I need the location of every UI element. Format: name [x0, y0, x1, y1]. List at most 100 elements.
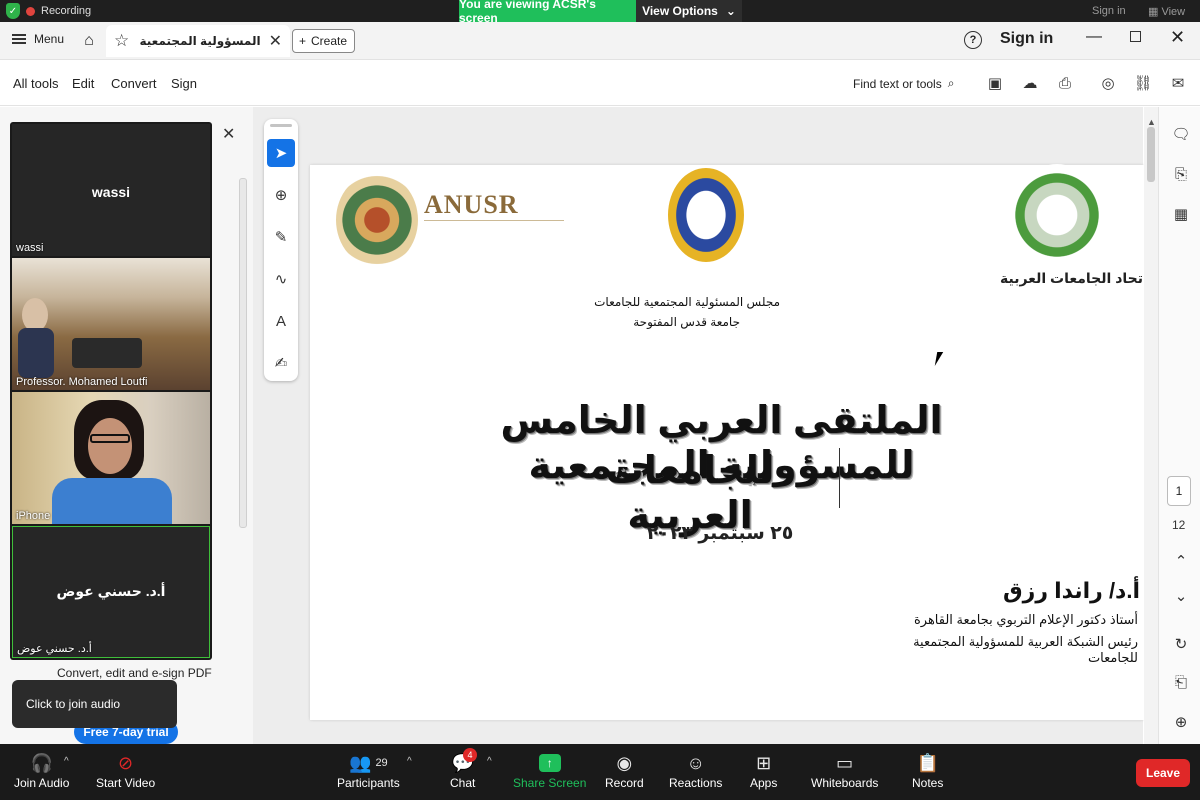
anusr-logo-icon: [336, 173, 418, 267]
participant-name: Professor. Mohamed Loutfi: [16, 376, 148, 388]
notes-button[interactable]: 📋 Notes: [912, 750, 943, 791]
event-date: ٢٥ سبتمبر ٢٠٢٣: [646, 523, 794, 544]
reactions-button[interactable]: ☺ Reactions: [669, 750, 723, 791]
video-gallery-panel: wassi wassi Professor. Mohamed Loutfi iP…: [10, 122, 212, 660]
comments-icon[interactable]: 🗨: [1170, 123, 1192, 145]
sign-in-button[interactable]: Sign in: [1000, 30, 1053, 48]
thumbnails-grid-icon[interactable]: ▦: [1170, 203, 1192, 225]
highlight-pen-icon[interactable]: ✎: [267, 223, 295, 251]
current-page-input[interactable]: 1: [1167, 476, 1191, 506]
quick-tools-bar: ➤ ⊕ ✎ ∿ A ✍: [264, 119, 298, 381]
join-audio-tooltip[interactable]: Click to join audio: [12, 680, 177, 728]
participants-button[interactable]: 👥 29 Participants: [337, 750, 400, 791]
rotate-icon[interactable]: ↻: [1170, 633, 1192, 655]
aaru-logo-icon: [1014, 164, 1100, 266]
zoom-sign-in[interactable]: Sign in: [1092, 5, 1126, 17]
select-cursor-icon[interactable]: ➤: [267, 139, 295, 167]
draw-freehand-icon[interactable]: ∿: [267, 265, 295, 293]
all-tools-menu[interactable]: All tools: [13, 76, 59, 91]
email-icon[interactable]: ✉: [1167, 72, 1189, 94]
speaker-role-2: رئيس الشبكة العربية للمسؤولية المجتمعية …: [913, 634, 1138, 665]
start-video-label: Start Video: [96, 776, 156, 790]
start-video-button[interactable]: ⊘ Start Video: [96, 750, 156, 791]
participants-label: Participants: [337, 776, 400, 790]
sign-pen-icon[interactable]: ✍: [267, 349, 295, 377]
whiteboards-button[interactable]: ▭ Whiteboards: [811, 750, 879, 791]
join-audio-button[interactable]: 🎧 Join Audio: [14, 750, 69, 791]
recording-label: Recording: [41, 5, 92, 17]
close-panel-icon[interactable]: ✕: [222, 124, 235, 144]
help-icon[interactable]: ?: [964, 31, 982, 49]
record-icon: ◉: [616, 752, 633, 773]
person-shirt: [52, 478, 172, 524]
speaker-role-1: أستاذ دكتور الإعلام التربوي بجامعة القاه…: [913, 612, 1138, 627]
chevron-down-icon: ⌄: [725, 4, 736, 18]
maximize-icon[interactable]: [1130, 31, 1141, 42]
total-pages: 12: [1172, 518, 1186, 532]
save-icon[interactable]: ▣: [984, 72, 1006, 94]
document-tab-title: المسؤولية المجتمعية للجامعات...: [137, 34, 261, 48]
notes-icon: 📋: [916, 752, 939, 773]
star-icon[interactable]: ☆: [114, 31, 129, 51]
chat-label: Chat: [450, 776, 476, 790]
upload-cloud-icon[interactable]: ☁: [1019, 72, 1041, 94]
zoom-view-label: View: [1161, 6, 1186, 18]
apps-button[interactable]: ⊞ Apps: [750, 750, 778, 791]
participant-tile-iphone[interactable]: iPhone: [12, 392, 210, 524]
participant-center-name: أ.د. حسني عوض: [56, 583, 166, 599]
zoom-view-button[interactable]: ▦ View: [1148, 5, 1185, 18]
add-comment-icon[interactable]: ⊕: [267, 181, 295, 209]
edit-menu[interactable]: Edit: [72, 76, 94, 91]
reactions-label: Reactions: [669, 776, 723, 790]
document-scrollbar[interactable]: ▲: [1144, 107, 1158, 744]
participants-icon: 👥 29: [349, 752, 388, 773]
chevron-up-icon[interactable]: ⌃: [1170, 550, 1192, 572]
panel-scrollbar[interactable]: [237, 170, 249, 640]
participant-name: wassi: [16, 242, 44, 254]
participants-count: 29: [375, 757, 388, 769]
find-text-or-tools[interactable]: Find text or tools ⌕: [853, 76, 954, 91]
participant-center-name: wassi: [91, 184, 131, 200]
aaru-label: اتحاد الجامعات العربية: [1000, 270, 1148, 286]
menu-button[interactable]: Menu: [12, 32, 64, 46]
share-screen-button[interactable]: ↑ Share Screen: [513, 750, 586, 790]
participant-tile-hosni[interactable]: أ.د. حسني عوض أ.د. حسني عوض: [12, 526, 210, 658]
quds-university-logo-icon: [668, 168, 744, 262]
page-fit-icon[interactable]: ⎗: [1170, 671, 1192, 693]
participant-tile-loutfi[interactable]: Professor. Mohamed Loutfi: [12, 258, 210, 390]
minimize-icon[interactable]: —: [1086, 28, 1102, 46]
document-tab[interactable]: ☆ المسؤولية المجتمعية للجامعات... ✕: [106, 25, 290, 57]
participants-caret-icon[interactable]: ^: [407, 756, 412, 767]
promo-text: Convert, edit and e-sign PDF: [57, 666, 212, 680]
sign-menu[interactable]: Sign: [171, 76, 197, 91]
link-icon[interactable]: ⛓: [1132, 72, 1154, 94]
ai-assistant-icon[interactable]: ◎: [1097, 72, 1119, 94]
create-button[interactable]: + Create: [292, 29, 355, 53]
close-window-icon[interactable]: ✕: [1170, 27, 1185, 48]
view-options-button[interactable]: View Options ⌄: [636, 0, 742, 22]
whiteboards-label: Whiteboards: [811, 776, 879, 790]
print-icon[interactable]: ⎙: [1054, 72, 1076, 94]
record-button[interactable]: ◉ Record: [605, 750, 644, 791]
glasses-icon: [90, 434, 130, 443]
headphones-icon: 🎧: [30, 752, 53, 773]
scroll-up-icon[interactable]: ▲: [1147, 117, 1156, 127]
apps-label: Apps: [750, 776, 778, 790]
zoom-in-icon[interactable]: ⊕: [1170, 711, 1192, 733]
home-icon[interactable]: ⌂: [79, 31, 99, 51]
text-box-icon[interactable]: A: [267, 307, 295, 335]
share-screen-label: Share Screen: [513, 776, 587, 790]
bookmark-icon[interactable]: ⎘: [1170, 163, 1192, 185]
convert-menu[interactable]: Convert: [111, 76, 157, 91]
meeting-screen: [72, 338, 142, 368]
participant-tile-wassi[interactable]: wassi wassi: [12, 124, 210, 256]
plus-icon: +: [299, 34, 307, 48]
close-tab-icon[interactable]: ✕: [269, 31, 282, 51]
chevron-down-icon[interactable]: ⌄: [1170, 585, 1192, 607]
audio-caret-icon[interactable]: ^: [64, 756, 69, 767]
chat-caret-icon[interactable]: ^: [487, 756, 492, 767]
record-label: Record: [605, 776, 644, 790]
leave-button[interactable]: Leave: [1136, 759, 1190, 787]
anusr-logo-text: ANUSR: [424, 190, 519, 219]
scroll-thumb[interactable]: [1147, 127, 1155, 182]
